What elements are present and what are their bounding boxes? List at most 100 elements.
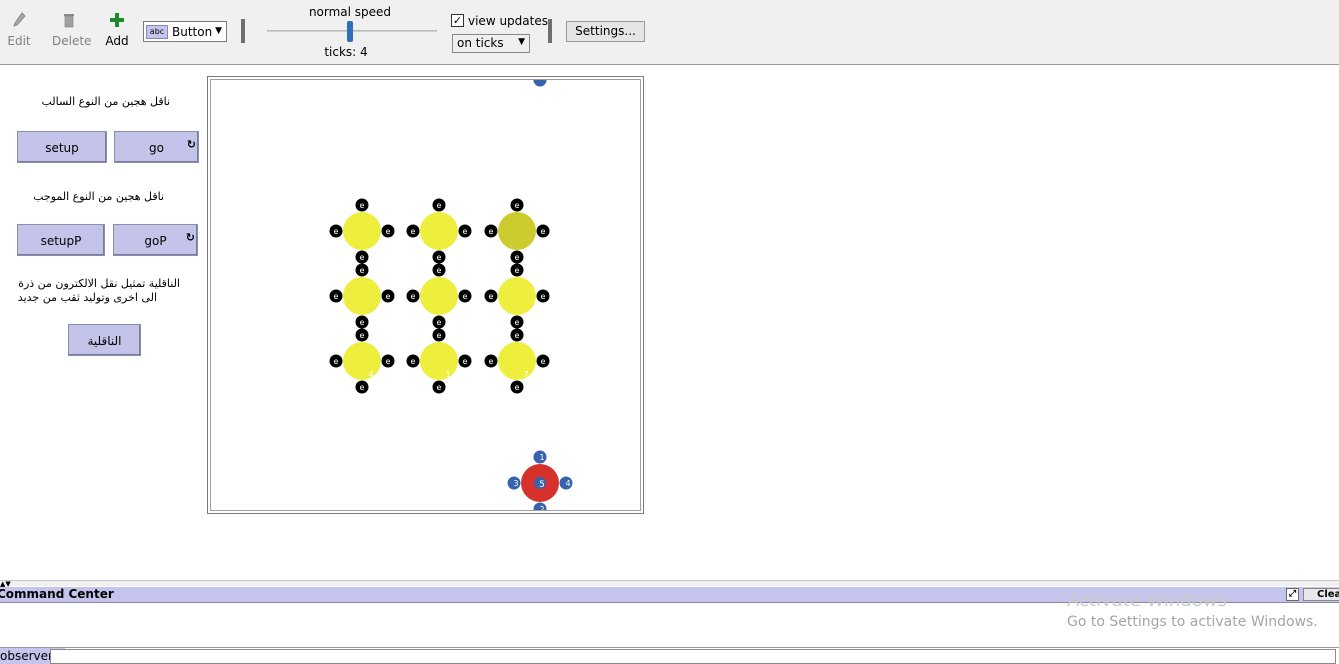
update-mode-value: on ticks bbox=[457, 36, 504, 50]
electron-label: e bbox=[411, 227, 416, 236]
chevron-down-icon: ▼ bbox=[215, 26, 222, 36]
electron-label: e bbox=[515, 253, 520, 262]
electron-label: e bbox=[515, 331, 520, 340]
edit-button[interactable]: Edit bbox=[6, 12, 32, 48]
blue-particle bbox=[533, 80, 547, 87]
world-canvas[interactable]: eee eeee eeee eeee eeee eeee eeee e4eee e1eee e75… bbox=[211, 80, 641, 511]
atom-number: 4 bbox=[368, 370, 373, 379]
atom-number: 1 bbox=[445, 370, 450, 379]
update-mode-select[interactable]: on ticks ▼ bbox=[452, 34, 530, 53]
electron-label: e bbox=[437, 383, 442, 392]
electron-label: e bbox=[360, 253, 365, 262]
widget-type-value: Button bbox=[172, 25, 213, 39]
electron-label: e bbox=[411, 357, 416, 366]
chevron-down-icon: ▼ bbox=[518, 37, 525, 47]
note-negative-type: ناقل هجين من النوع السالب bbox=[41, 95, 170, 108]
note-positive-type: ناقل هجين من النوع الموجب bbox=[33, 190, 164, 203]
speed-slider-thumb[interactable] bbox=[347, 21, 353, 42]
go-button-label: go bbox=[149, 141, 164, 155]
electron-label: e bbox=[489, 292, 494, 301]
world-view[interactable]: eeeeeeeeeeeeeeeeeeeeeeeeeeee4eeee1eeee75… bbox=[207, 76, 644, 514]
pencil-icon bbox=[13, 12, 26, 27]
electron-label: e bbox=[437, 253, 442, 262]
ticks-counter: ticks: 4 bbox=[324, 45, 368, 59]
view-updates-label: view updates bbox=[468, 14, 548, 28]
electron-label: e bbox=[360, 201, 365, 210]
electron-label: e bbox=[437, 266, 442, 275]
activation-watermark-title: Activate Windows bbox=[1067, 590, 1227, 611]
toolbar: Edit Delete Add abc Button ▼ normal spee… bbox=[0, 0, 1339, 65]
blue-particle-label: 3 bbox=[513, 479, 518, 488]
toolbar-separator bbox=[241, 19, 245, 43]
electron-label: e bbox=[541, 357, 546, 366]
conductivity-button[interactable]: الناقلية bbox=[68, 324, 141, 356]
electron-label: e bbox=[360, 383, 365, 392]
electron-label: e bbox=[411, 292, 416, 301]
goP-button[interactable]: goP ↻ bbox=[113, 224, 198, 256]
electron-label: e bbox=[360, 331, 365, 340]
edit-label: Edit bbox=[7, 34, 31, 48]
command-input[interactable] bbox=[50, 649, 1336, 664]
atom bbox=[343, 342, 381, 380]
electron-label: e bbox=[386, 227, 391, 236]
hole-number: 5 bbox=[539, 480, 545, 490]
note-conductivity-line2: الى اخرى وتوليد ثقب من جديد bbox=[17, 291, 157, 304]
atom bbox=[498, 212, 536, 250]
command-center-title: Command Center bbox=[0, 587, 114, 601]
view-updates-checkbox[interactable]: ✓ bbox=[451, 14, 464, 27]
forever-icon: ↻ bbox=[186, 138, 196, 151]
electron-label: e bbox=[463, 292, 468, 301]
conductivity-button-label: الناقلية bbox=[87, 334, 122, 348]
electron-label: e bbox=[541, 292, 546, 301]
add-button[interactable]: Add bbox=[104, 12, 130, 48]
electron-label: e bbox=[437, 331, 442, 340]
button-widget-icon: abc bbox=[146, 25, 168, 39]
atom-number: 7 bbox=[523, 370, 528, 379]
electron-label: e bbox=[463, 227, 468, 236]
electron-label: e bbox=[463, 357, 468, 366]
electron-label: e bbox=[360, 318, 365, 327]
electron-label: e bbox=[437, 201, 442, 210]
electron-label: e bbox=[515, 383, 520, 392]
widget-type-select[interactable]: abc Button ▼ bbox=[143, 21, 227, 42]
settings-button[interactable]: Settings... bbox=[566, 21, 645, 42]
electron-label: e bbox=[360, 266, 365, 275]
setupP-button[interactable]: setupP bbox=[17, 224, 105, 256]
delete-label: Delete bbox=[52, 34, 92, 48]
expand-icon[interactable]: ⤢ bbox=[1286, 588, 1299, 601]
clear-button[interactable]: Clear bbox=[1303, 588, 1339, 601]
add-label: Add bbox=[105, 34, 129, 48]
atom bbox=[498, 277, 536, 315]
atom bbox=[498, 342, 536, 380]
blue-particle-label: 1 bbox=[539, 453, 544, 462]
electron-label: e bbox=[489, 357, 494, 366]
note-conductivity-line1: الناقلية تمثيل نقل الالكترون من ذرة bbox=[18, 277, 180, 290]
atom bbox=[420, 212, 458, 250]
atom bbox=[420, 277, 458, 315]
setup-button-label: setup bbox=[45, 141, 79, 155]
electron-label: e bbox=[437, 318, 442, 327]
goP-button-label: goP bbox=[144, 234, 167, 248]
atom bbox=[420, 342, 458, 380]
setup-button[interactable]: setup bbox=[17, 131, 107, 163]
electron-label: e bbox=[334, 292, 339, 301]
delete-button[interactable]: Delete bbox=[52, 12, 92, 48]
electron-label: e bbox=[489, 227, 494, 236]
atom bbox=[343, 277, 381, 315]
setupP-button-label: setupP bbox=[40, 234, 82, 248]
toolbar-separator bbox=[548, 19, 552, 43]
go-button[interactable]: go ↻ bbox=[114, 131, 199, 163]
electron-label: e bbox=[334, 227, 339, 236]
electron-label: e bbox=[515, 266, 520, 275]
electron-label: e bbox=[386, 292, 391, 301]
trash-icon bbox=[64, 14, 74, 28]
atom bbox=[343, 212, 381, 250]
world-view-inner: eeeeeeeeeeeeeeeeeeeeeeeeeeee4eeee1eeee75… bbox=[210, 79, 641, 511]
blue-particle-label: 4 bbox=[565, 479, 570, 488]
electron-label: e bbox=[515, 201, 520, 210]
speed-label: normal speed bbox=[308, 5, 392, 19]
pane-resize-handle[interactable]: ▲▼ bbox=[0, 580, 1339, 588]
forever-icon: ↻ bbox=[185, 231, 195, 244]
electron-label: e bbox=[334, 357, 339, 366]
electron-label: e bbox=[386, 357, 391, 366]
